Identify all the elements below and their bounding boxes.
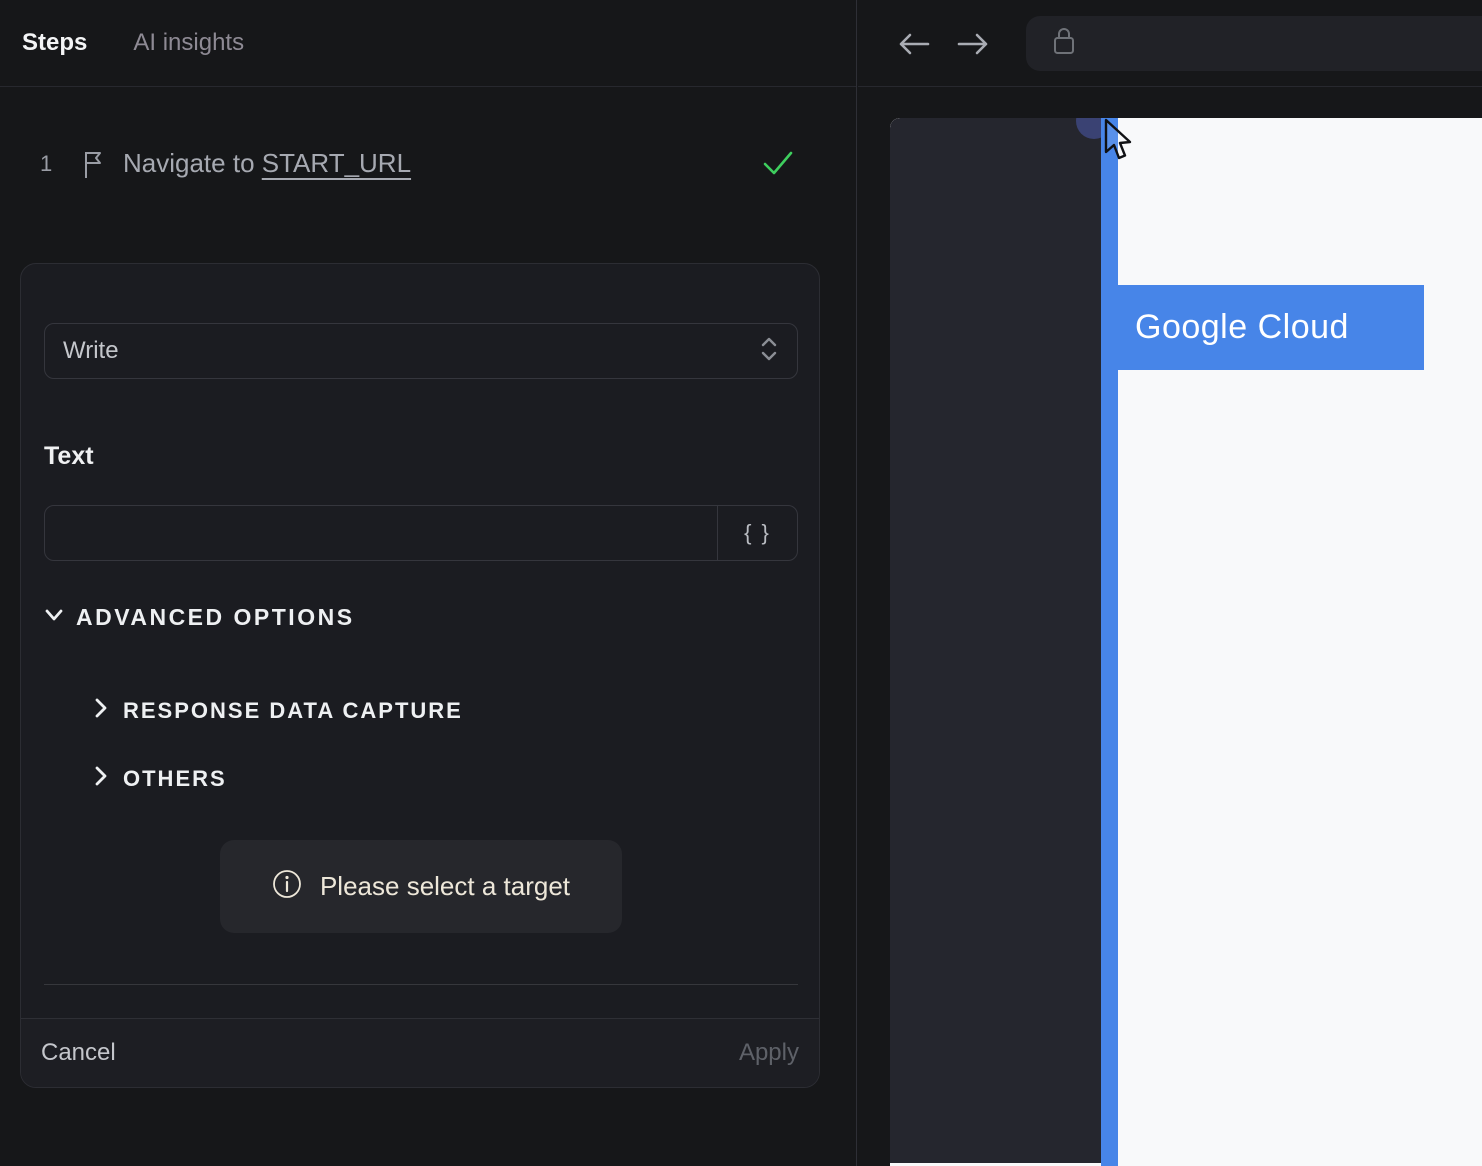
- page-nav-sidebar: [890, 118, 1101, 1163]
- steps-panel: Steps AI insights 1 Navigate to START_UR…: [0, 0, 857, 1166]
- panel-tabbar: Steps AI insights: [0, 0, 856, 87]
- action-type-value: Write: [63, 337, 119, 364]
- step-number: 1: [40, 151, 53, 176]
- mouse-cursor-icon: [1103, 118, 1139, 169]
- text-input[interactable]: [45, 506, 717, 560]
- select-target-hint-text: Please select a target: [319, 871, 571, 901]
- tab-steps[interactable]: Steps: [22, 29, 87, 57]
- select-target-hint: Please select a target: [220, 840, 622, 933]
- response-data-capture-label: RESPONSE DATA CAPTURE: [123, 697, 463, 723]
- info-icon: [272, 869, 302, 904]
- back-arrow-icon[interactable]: [894, 29, 934, 64]
- text-field-label: Text: [44, 442, 94, 470]
- address-input[interactable]: [1092, 30, 1482, 57]
- lock-icon: [1052, 26, 1076, 61]
- advanced-options-toggle[interactable]: ADVANCED OPTIONS: [43, 604, 355, 631]
- address-bar[interactable]: [1026, 16, 1482, 71]
- chevron-right-icon: [91, 696, 111, 725]
- chevron-down-icon: [43, 604, 65, 631]
- step-start-url-link[interactable]: START_URL: [262, 148, 411, 178]
- page-preview[interactable]: Google Cloud: [890, 118, 1482, 1166]
- forward-arrow-icon[interactable]: [953, 29, 993, 64]
- chevron-right-icon: [91, 764, 111, 793]
- step-title: Navigate to START_URL: [123, 148, 411, 179]
- flag-icon: [82, 150, 106, 185]
- google-cloud-brand-box: Google Cloud: [1118, 285, 1424, 370]
- step-title-prefix: Navigate to: [123, 148, 262, 178]
- browser-toolbar: [858, 0, 1482, 87]
- apply-button[interactable]: Apply: [739, 1039, 799, 1067]
- others-label: OTHERS: [123, 765, 227, 791]
- highlighted-nav-stripe: [1101, 118, 1118, 1166]
- step-editor-card: Write Text { } ADVANCED OPTIONS RESPONSE…: [20, 263, 820, 1088]
- others-toggle[interactable]: OTHERS: [91, 764, 227, 793]
- insert-variable-button[interactable]: { }: [717, 506, 797, 560]
- card-divider: [44, 984, 798, 985]
- card-footer: Cancel Apply: [21, 1018, 819, 1087]
- cancel-button[interactable]: Cancel: [41, 1039, 116, 1067]
- advanced-options-label: ADVANCED OPTIONS: [76, 604, 355, 630]
- google-cloud-brand-text: Google Cloud: [1135, 308, 1349, 346]
- response-data-capture-toggle[interactable]: RESPONSE DATA CAPTURE: [91, 696, 463, 725]
- action-type-select[interactable]: Write: [44, 323, 798, 379]
- select-chevron-updown-icon: [759, 335, 779, 368]
- step-row[interactable]: 1 Navigate to START_URL: [0, 139, 856, 193]
- text-input-row: { }: [44, 505, 798, 561]
- browser-panel: Google Cloud: [858, 0, 1482, 1166]
- step-success-check-icon: [761, 148, 795, 185]
- tab-ai-insights[interactable]: AI insights: [133, 29, 244, 57]
